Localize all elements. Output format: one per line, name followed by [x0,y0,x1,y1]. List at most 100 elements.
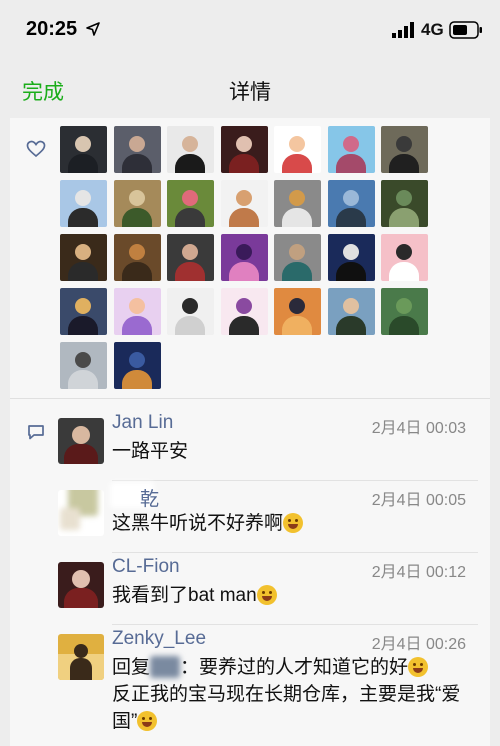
heart-icon [26,140,46,158]
avatar-figure-body [282,262,312,281]
avatar-figure-head [289,190,305,206]
avatar-figure-body [282,316,312,335]
liker-avatar[interactable] [167,234,214,281]
liker-avatar[interactable] [167,126,214,173]
avatar-figure-head [128,298,145,314]
avatar-figure-body [228,208,259,227]
comment-item[interactable]: Jan Lin 2月4日 00:03 一路平安 [58,412,478,480]
smiling-emoji-icon [137,711,158,731]
avatar-figure-head [128,136,145,152]
avatar-figure-head [396,190,412,206]
liker-avatar[interactable] [220,180,268,227]
commenter-name[interactable]: CL-Fion [112,556,180,578]
avatar[interactable] [58,634,104,680]
comment-text: 回复 ：要养过的人才知道它的好 反正我的宝马现在长期仓库，主要是我“爱国” [112,656,461,732]
liker-avatar[interactable] [274,288,321,335]
avatar-figure-head [235,298,252,314]
liker-avatar[interactable] [60,288,107,335]
avatar-figure-head [396,244,412,260]
commenter-name[interactable]: Zenky_Lee [112,628,206,650]
liker-avatar[interactable] [274,234,321,281]
commenter-name[interactable]: Jan Lin [112,412,173,434]
liker-avatar[interactable] [167,180,214,227]
avatar-figure-body [68,154,98,173]
avatar-figure-body [282,208,312,227]
avatar-figure-body [68,370,98,389]
avatar-figure-head [289,244,305,260]
liker-avatar[interactable] [220,288,268,335]
avatar-figure-head [235,244,252,260]
avatar-figure-body [389,208,419,227]
liker-avatar[interactable] [60,180,107,227]
avatar[interactable] [58,418,104,464]
likes-avatar-grid [60,126,430,389]
avatar-figure-head [396,136,412,152]
liker-avatar[interactable] [220,234,268,281]
avatar-figure-body [68,316,98,335]
laughing-emoji-icon [283,513,304,533]
avatar-figure-body [121,208,152,227]
comment-item[interactable]: Zenky_Lee 2月4日 00:26 回复 ：要养过的人才知道它的好 反正我的… [58,628,478,734]
comment-time: 2月4日 00:26 [371,636,466,653]
comment-time: 2月4日 00:03 [371,420,466,437]
signal-bars-icon [392,22,414,38]
comment-bubble-icon [28,425,44,440]
avatar[interactable] [58,562,104,608]
avatar-figure-body [121,154,152,173]
liker-avatar[interactable] [381,288,428,335]
avatar-figure-body [335,208,366,227]
liker-avatar[interactable] [60,342,107,389]
commenter-name[interactable]: 乾 [140,484,159,511]
avatar-figure-head [75,352,91,368]
avatar-figure-head [235,136,252,152]
avatar-figure-body [389,262,419,281]
avatar-figure-body [175,154,205,173]
liker-avatar[interactable] [113,180,161,227]
avatar-figure-body [228,262,259,281]
liker-avatar[interactable] [274,126,321,173]
comment-time: 2月4日 00:05 [371,492,466,509]
liker-avatar[interactable] [113,288,161,335]
avatar-figure-head [289,298,305,314]
smiling-emoji-icon [408,657,429,677]
comment-item[interactable]: 乾 2月4日 00:05 这黑牛听说不好养啊 [58,482,478,552]
avatar[interactable] [58,490,104,536]
avatar-figure-head [342,190,359,206]
liker-avatar[interactable] [113,234,161,281]
liker-avatar[interactable] [327,288,375,335]
liker-avatar[interactable] [220,126,268,173]
avatar-figure-body [68,208,98,227]
avatar-figure-body [68,262,98,281]
smiling-emoji-icon [256,585,277,605]
liker-avatar[interactable] [381,180,428,227]
avatar-figure-body [228,154,259,173]
status-time: 20:25 [26,18,78,40]
avatar-figure-head [342,136,359,152]
liker-avatar[interactable] [381,234,428,281]
liker-avatar[interactable] [113,126,161,173]
liker-avatar[interactable] [381,126,428,173]
liker-avatar[interactable] [113,342,161,389]
avatar-figure-head [342,244,359,260]
navigation-bar: 完成 详情 [0,60,500,118]
comment-divider [112,552,478,553]
page-title: 详情 [229,81,271,104]
reply-name-mask [150,656,181,678]
liker-avatar[interactable] [167,288,214,335]
liker-avatar[interactable] [327,234,375,281]
liker-avatar[interactable] [327,180,375,227]
liker-avatar[interactable] [60,234,107,281]
avatar-figure-body [121,370,152,389]
comment-item[interactable]: CL-Fion 2月4日 00:12 我看到了bat man [58,556,478,624]
avatar-figure-body [121,262,152,281]
avatar-figure-body [175,316,205,335]
avatar-figure-head [128,190,145,206]
avatar-figure-head [75,136,91,152]
avatar-figure-body [335,262,366,281]
avatar-figure-head [396,298,412,314]
liker-avatar[interactable] [327,126,375,173]
avatar-figure-body [175,262,205,281]
liker-avatar[interactable] [60,126,107,173]
reply-prefix: 回复 [112,657,151,678]
liker-avatar[interactable] [274,180,321,227]
